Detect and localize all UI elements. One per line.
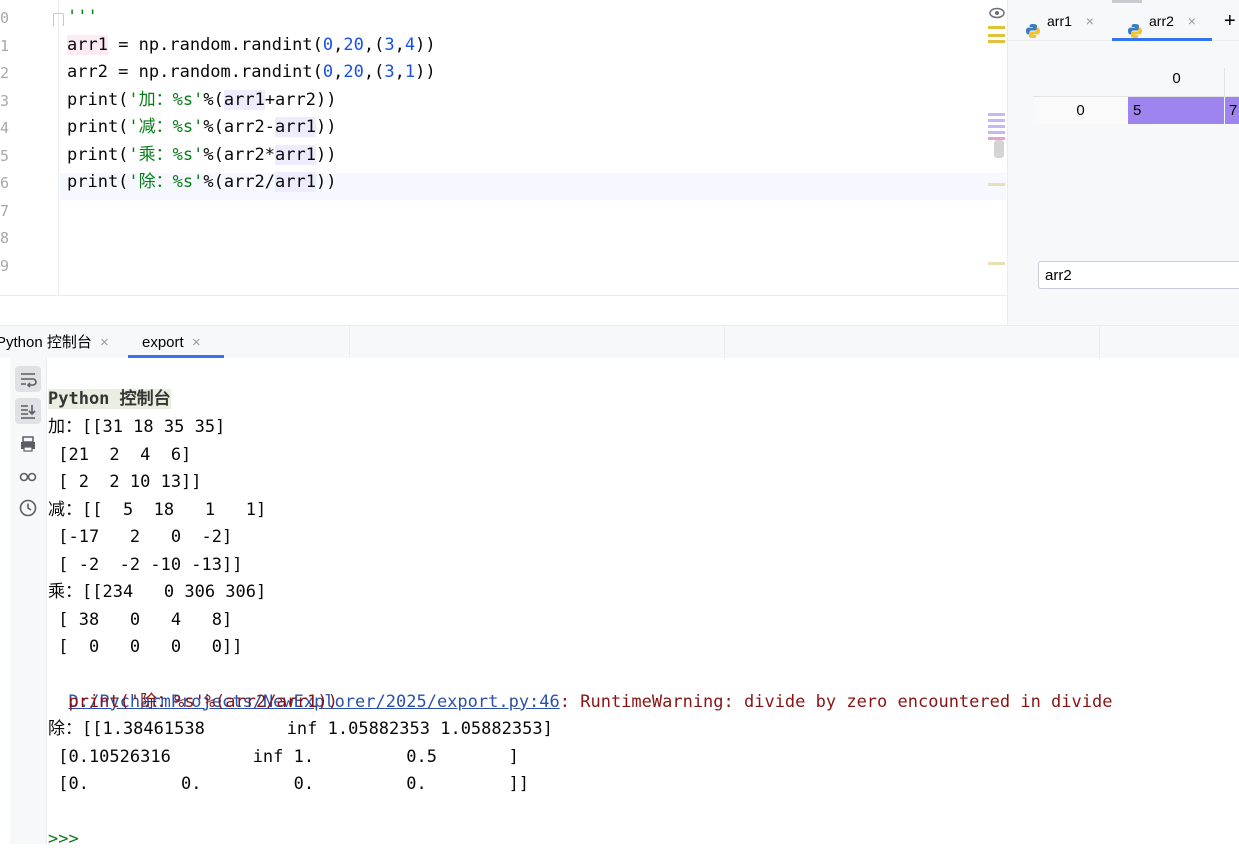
column-header: 0 (1172, 70, 1181, 87)
tab-scroll-indicator (1112, 0, 1142, 3)
tab-python-console[interactable]: Python 控制台 × (0, 326, 109, 359)
console-banner: Python 控制台 (48, 389, 171, 409)
code-line[interactable]: print('加：%s'%(arr1+arr2)) (67, 87, 336, 114)
line-number: 1 (0, 36, 10, 55)
tab-label: export (142, 334, 184, 351)
scroll-to-end-icon[interactable] (15, 398, 41, 424)
console-output-line: 加：[[31 18 35 35] (48, 417, 226, 437)
scroll-marker (988, 26, 1005, 29)
tab-separator (724, 326, 725, 359)
console-output-line: [21 2 4 6] (48, 444, 192, 465)
scroll-marker (988, 131, 1005, 134)
fold-marker-icon[interactable] (53, 13, 64, 26)
line-number: 0 (0, 9, 10, 27)
code-line[interactable]: print('乘：%s'%(arr2*arr1)) (67, 142, 336, 169)
code-line[interactable]: print('除：%s'%(arr2/arr1)) (67, 169, 336, 196)
show-variables-icon[interactable] (15, 463, 41, 489)
console-output-line: [0.10526316 inf 1. 0.5 ] (48, 746, 519, 767)
add-tab-button[interactable]: + (1224, 0, 1236, 40)
row-index: 0 (1033, 97, 1128, 124)
line-number: 9 (0, 256, 10, 275)
variable-view-panel: arr1 × arr2 × + 0 0 5 7 (1007, 0, 1239, 325)
console-output-line: 除：[[1.38461538 inf 1.05882353 1.05882353… (48, 719, 553, 739)
console-output-line: [ -2 -2 -10 -13]] (48, 554, 243, 575)
code-line[interactable]: ''' (67, 4, 98, 31)
print-icon[interactable] (15, 431, 41, 457)
tab-label: Python 控制台 (0, 334, 92, 351)
expression-input[interactable] (1038, 261, 1239, 289)
scroll-marker (988, 40, 1005, 43)
console-output-line: 减：[[ 5 18 1 1] (48, 499, 267, 520)
console-output-line: [ 2 2 10 13]] (48, 472, 202, 492)
code-editor[interactable]: 0 1 2 3 4 5 6 7 8 9 ''' arr1 = np.random.randint(0… (0, 0, 1007, 295)
line-number: 3 (0, 91, 10, 110)
close-icon[interactable]: × (192, 334, 201, 351)
table-cell[interactable]: 7 (1225, 97, 1239, 124)
line-number: 4 (0, 119, 10, 137)
line-number: 7 (0, 201, 10, 220)
tab-arr2[interactable]: arr2 × (1127, 0, 1196, 40)
line-number: 8 (0, 229, 10, 247)
tab-arr1[interactable]: arr1 × (1025, 0, 1094, 40)
column-divider (1224, 68, 1225, 96)
line-number: 2 (0, 64, 10, 82)
tool-window-tabs: Python 控制台 × export × (0, 325, 1239, 360)
line-number: 6 (0, 174, 10, 192)
scroll-marker (988, 125, 1005, 128)
active-tab-indicator (1112, 38, 1212, 41)
console-output-line: [0. 0. 0. 0. ]] (48, 774, 530, 794)
editor-bottom-strip (0, 295, 1007, 326)
soft-wrap-icon[interactable] (15, 366, 41, 392)
console-output-line: 乘：[[234 0 306 306] (48, 582, 267, 602)
close-icon[interactable]: × (1188, 13, 1196, 29)
tab-separator (349, 326, 350, 359)
warning-message: : RuntimeWarning: divide by zero encount… (559, 691, 1113, 712)
history-clock-icon[interactable] (15, 495, 41, 521)
python-file-icon (1127, 13, 1143, 39)
inspection-eye-icon[interactable] (989, 5, 1005, 19)
code-line[interactable]: print('减：%s'%(arr2-arr1)) (67, 114, 336, 141)
python-file-icon (1025, 13, 1041, 39)
close-icon[interactable]: × (100, 334, 109, 351)
editor-scrollbar-thumb[interactable] (994, 140, 1004, 158)
code-line[interactable]: arr1 = np.random.randint(0,20,(3,4)) (67, 32, 436, 59)
warning-source-line: print('除：%s'%(arr2/arr1)) (48, 692, 338, 712)
scroll-marker (988, 262, 1005, 265)
scroll-marker (988, 34, 1005, 37)
scroll-marker (988, 183, 1005, 186)
scroll-marker (988, 113, 1005, 116)
tab-label: arr2 (1149, 13, 1174, 29)
console-prompt[interactable]: >>> (48, 826, 79, 854)
gutter-divider (58, 0, 59, 295)
table-cell[interactable]: 5 (1128, 97, 1224, 124)
scroll-marker (988, 119, 1005, 122)
code-line[interactable]: arr2 = np.random.randint(0,20,(3,1)) (67, 59, 436, 86)
tab-separator (1099, 326, 1100, 359)
line-number: 5 (0, 146, 10, 165)
console-output-line: [ 38 0 4 8] (48, 609, 233, 630)
tab-label: arr1 (1047, 13, 1072, 29)
close-icon[interactable]: × (1086, 13, 1094, 29)
console-output-line: [-17 2 0 -2] (48, 527, 233, 547)
console-output-line: [ 0 0 0 0]] (48, 637, 243, 657)
